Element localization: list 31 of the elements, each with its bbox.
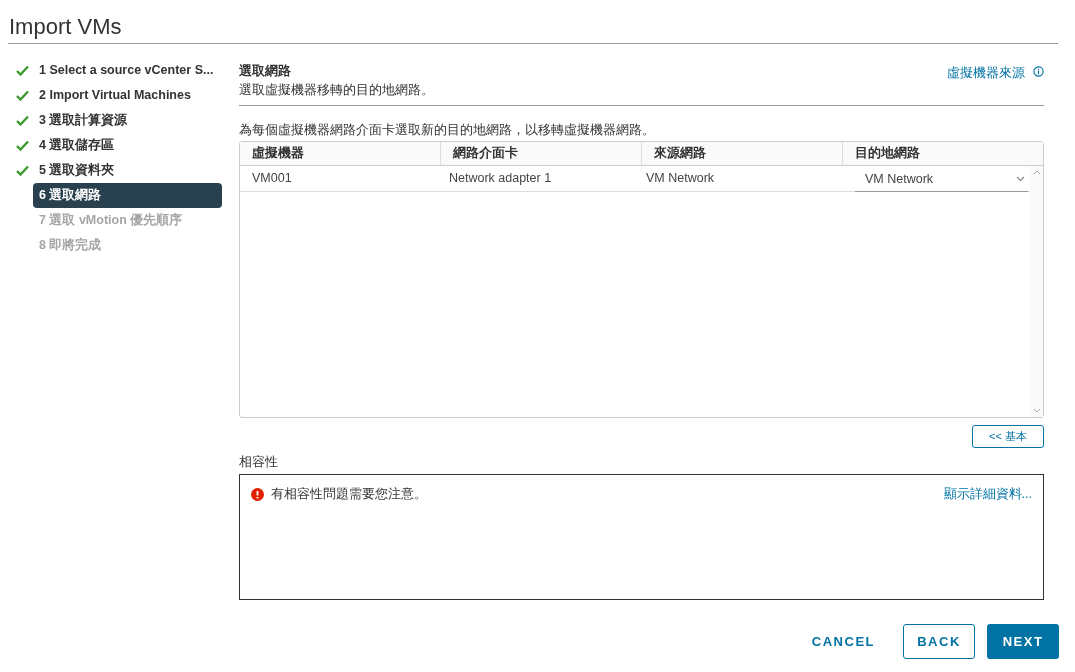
scroll-down-icon[interactable] (1032, 408, 1041, 413)
wizard-step[interactable]: 4 選取儲存區 (33, 133, 121, 158)
vm-source-link[interactable]: 虛擬機器來源 (947, 63, 1025, 83)
back-button[interactable]: BACK (903, 624, 975, 659)
wizard-step[interactable]: 3 選取計算資源 (33, 108, 134, 133)
wizard-step[interactable]: 6 選取網路 (33, 183, 222, 208)
wizard-step[interactable]: 2 Import Virtual Machines (33, 83, 197, 108)
basic-view-button[interactable]: << 基本 (972, 425, 1044, 448)
next-button[interactable]: NEXT (987, 624, 1059, 659)
table-cell-text: VM Network (645, 170, 716, 188)
compatibility-message: 有相容性問題需要您注意。 (271, 486, 427, 503)
table-cell-text: Network adapter 1 (448, 170, 553, 188)
wizard-step[interactable]: 1 Select a source vCenter S... (33, 58, 220, 83)
wizard-step[interactable]: 5 選取資料夾 (33, 158, 121, 183)
column-header: 來源網路 (641, 142, 842, 165)
table-cell-text: VM001 (251, 170, 293, 188)
window-title: Import VMs (8, 14, 123, 40)
show-details-link[interactable]: 顯示詳細資料... (943, 485, 1032, 504)
cancel-button[interactable]: CANCEL (795, 624, 891, 659)
chevron-down-icon (1016, 176, 1025, 182)
column-header: 目的地網路 (842, 142, 1043, 165)
section-description: 選取虛擬機器移轉的目的地網路。 (239, 81, 434, 99)
compatibility-label: 相容性 (239, 454, 279, 470)
info-icon (1033, 66, 1044, 77)
error-icon (251, 487, 264, 501)
column-header: 網路介面卡 (440, 142, 641, 165)
scroll-up-icon[interactable] (1032, 170, 1041, 175)
column-header: 虛擬機器 (251, 145, 305, 163)
instruction-text: 為每個虛擬機器網路介面卡選取新的目的地網路，以移轉虛擬機器網路。 (239, 122, 656, 138)
destination-network-select[interactable]: VM Network (855, 167, 1028, 192)
section-heading: 選取網路 (239, 62, 292, 80)
